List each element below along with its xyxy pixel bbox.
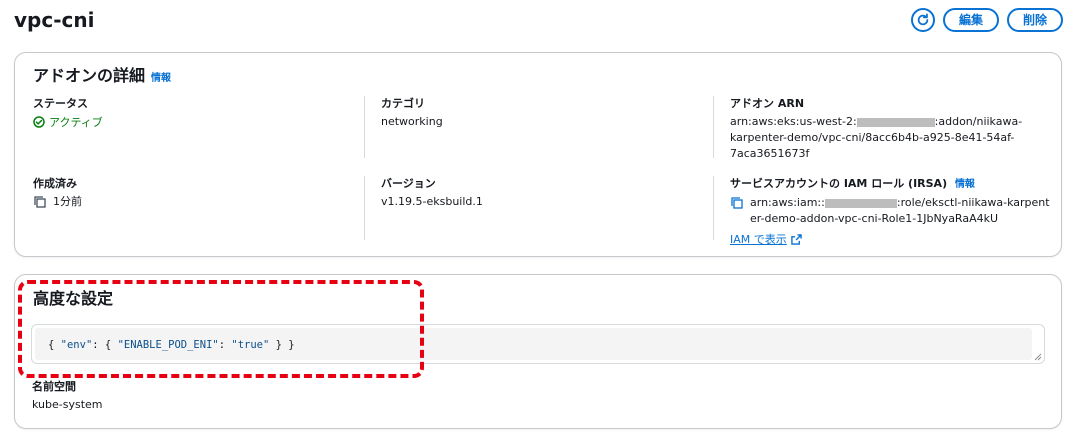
edit-button[interactable]: 編集 xyxy=(942,8,999,32)
irsa-label-row: サービスアカウントの IAM ロール (IRSA) 情報 xyxy=(730,176,1053,193)
iam-view-link-label: IAM で表示 xyxy=(730,233,787,246)
created-value: 1分前 xyxy=(53,195,82,208)
addon-details-panel: アドオンの詳細 情報 ステータス アクティブ 作成済み 1分前 カテゴリ net… xyxy=(14,52,1062,257)
info-link[interactable]: 情報 xyxy=(151,68,171,90)
advanced-settings-panel: 高度な設定 { "env": { "ENABLE_POD_ENI": "true… xyxy=(14,274,1062,429)
advanced-settings-title: 高度な設定 xyxy=(33,289,114,308)
addon-details-title: アドオンの詳細 xyxy=(33,66,146,85)
arn-line1-suffix: :addon/niikawa- xyxy=(934,115,1023,128)
irsa-value: arn:aws:iam:::role/eksctl-niikawa-karpen… xyxy=(750,195,1050,227)
irsa-prefix: arn:aws:iam:: xyxy=(750,196,825,209)
resize-handle-icon[interactable] xyxy=(1034,353,1042,361)
iam-view-link[interactable]: IAM で表示 xyxy=(730,231,802,247)
created-label: 作成済み xyxy=(33,177,77,190)
arn-value: arn:aws:eks:us-west-2: :addon/niikawa- ka… xyxy=(730,114,1053,162)
advanced-settings-heading: 高度な設定 xyxy=(33,288,113,310)
delete-button[interactable]: 削除 xyxy=(1006,8,1063,32)
redacted-account-id xyxy=(824,198,897,208)
irsa-value-row: arn:aws:iam:::role/eksctl-niikawa-karpen… xyxy=(730,195,1053,227)
namespace-field: 名前空間 kube-system xyxy=(32,379,103,413)
refresh-icon xyxy=(917,13,929,26)
arn-field: アドオン ARN arn:aws:eks:us-west-2: :addon/ni… xyxy=(713,96,1053,160)
code-token: } } xyxy=(269,339,295,351)
code-token: : { xyxy=(92,339,118,351)
arn-line2: karpenter-demo/vpc-cni/8acc6b4b-a925-8e4… xyxy=(730,131,1015,144)
external-link-icon xyxy=(790,233,802,245)
status-value: アクティブ xyxy=(33,114,353,130)
created-field: 作成済み 1分前 xyxy=(33,176,353,210)
configuration-values-textarea[interactable]: { "env": { "ENABLE_POD_ENI": "true" } } xyxy=(31,324,1045,364)
category-field: カテゴリ networking xyxy=(364,96,684,158)
category-label: カテゴリ xyxy=(381,97,425,110)
addon-details-heading: アドオンの詳細 情報 xyxy=(33,65,171,90)
configuration-values-code: { "env": { "ENABLE_POD_ENI": "true" } } xyxy=(35,328,1032,360)
copy-icon[interactable] xyxy=(730,196,744,210)
arn-label: アドオン ARN xyxy=(730,97,805,110)
created-value-row: 1分前 xyxy=(33,194,353,210)
code-token: "env" xyxy=(60,339,93,351)
version-field: バージョン v1.19.5-eksbuild.1 xyxy=(364,176,684,240)
status-text: アクティブ xyxy=(49,116,103,129)
arn-prefix: arn:aws:eks:us-west-2: xyxy=(730,115,857,128)
category-value: networking xyxy=(381,115,443,128)
code-token: "true" xyxy=(231,339,270,351)
namespace-label: 名前空間 xyxy=(32,380,76,393)
irsa-line2: er-demo-addon-vpc-cni-Role1-1JbNyaRaA4kU xyxy=(750,212,999,225)
code-token: { xyxy=(48,339,61,351)
irsa-label: サービスアカウントの IAM ロール (IRSA) xyxy=(730,177,948,190)
irsa-line1-suffix: :role/eksctl-niikawa-karpent xyxy=(896,196,1050,209)
namespace-value: kube-system xyxy=(32,398,103,411)
status-label: ステータス xyxy=(33,97,88,110)
irsa-field: サービスアカウントの IAM ロール (IRSA) 情報 arn:aws:iam… xyxy=(713,176,1053,246)
refresh-button[interactable] xyxy=(910,8,935,32)
copy-icon[interactable] xyxy=(33,195,47,209)
version-value: v1.19.5-eksbuild.1 xyxy=(381,195,483,208)
status-field: ステータス アクティブ xyxy=(33,96,353,130)
header-actions: 編集 削除 xyxy=(910,8,1063,32)
version-label: バージョン xyxy=(381,177,436,190)
irsa-info-link[interactable]: 情報 xyxy=(955,179,975,190)
page-title: vpc-cni xyxy=(14,8,95,32)
redacted-account-id xyxy=(856,117,935,127)
success-check-icon xyxy=(33,116,45,128)
code-token: "ENABLE_POD_ENI" xyxy=(117,339,219,351)
code-token: : xyxy=(218,339,232,351)
arn-line3: 7aca3651673f xyxy=(730,147,810,160)
